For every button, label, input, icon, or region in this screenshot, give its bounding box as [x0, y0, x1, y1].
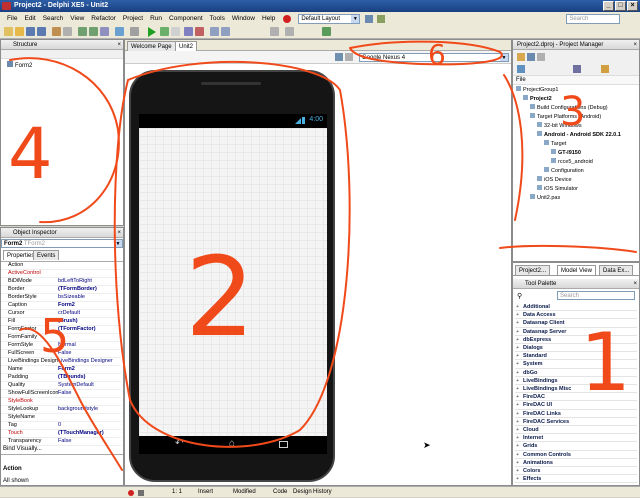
annotation-6: 6 [428, 38, 446, 71]
annotation-5: 5 [40, 309, 69, 363]
annotation-2: 2 [185, 233, 255, 361]
annotation-loop-6 [349, 40, 503, 66]
annotation-stroke-1 [499, 244, 637, 253]
annotation-3: 3 [560, 89, 585, 135]
annotation-overlay: 4 2 6 3 1 5 [8, 38, 637, 471]
annotation-4: 4 [8, 113, 53, 195]
annotation-stroke-5 [19, 327, 123, 471]
annotation-stroke-3 [503, 74, 524, 221]
annotation-1: 1 [580, 316, 631, 409]
